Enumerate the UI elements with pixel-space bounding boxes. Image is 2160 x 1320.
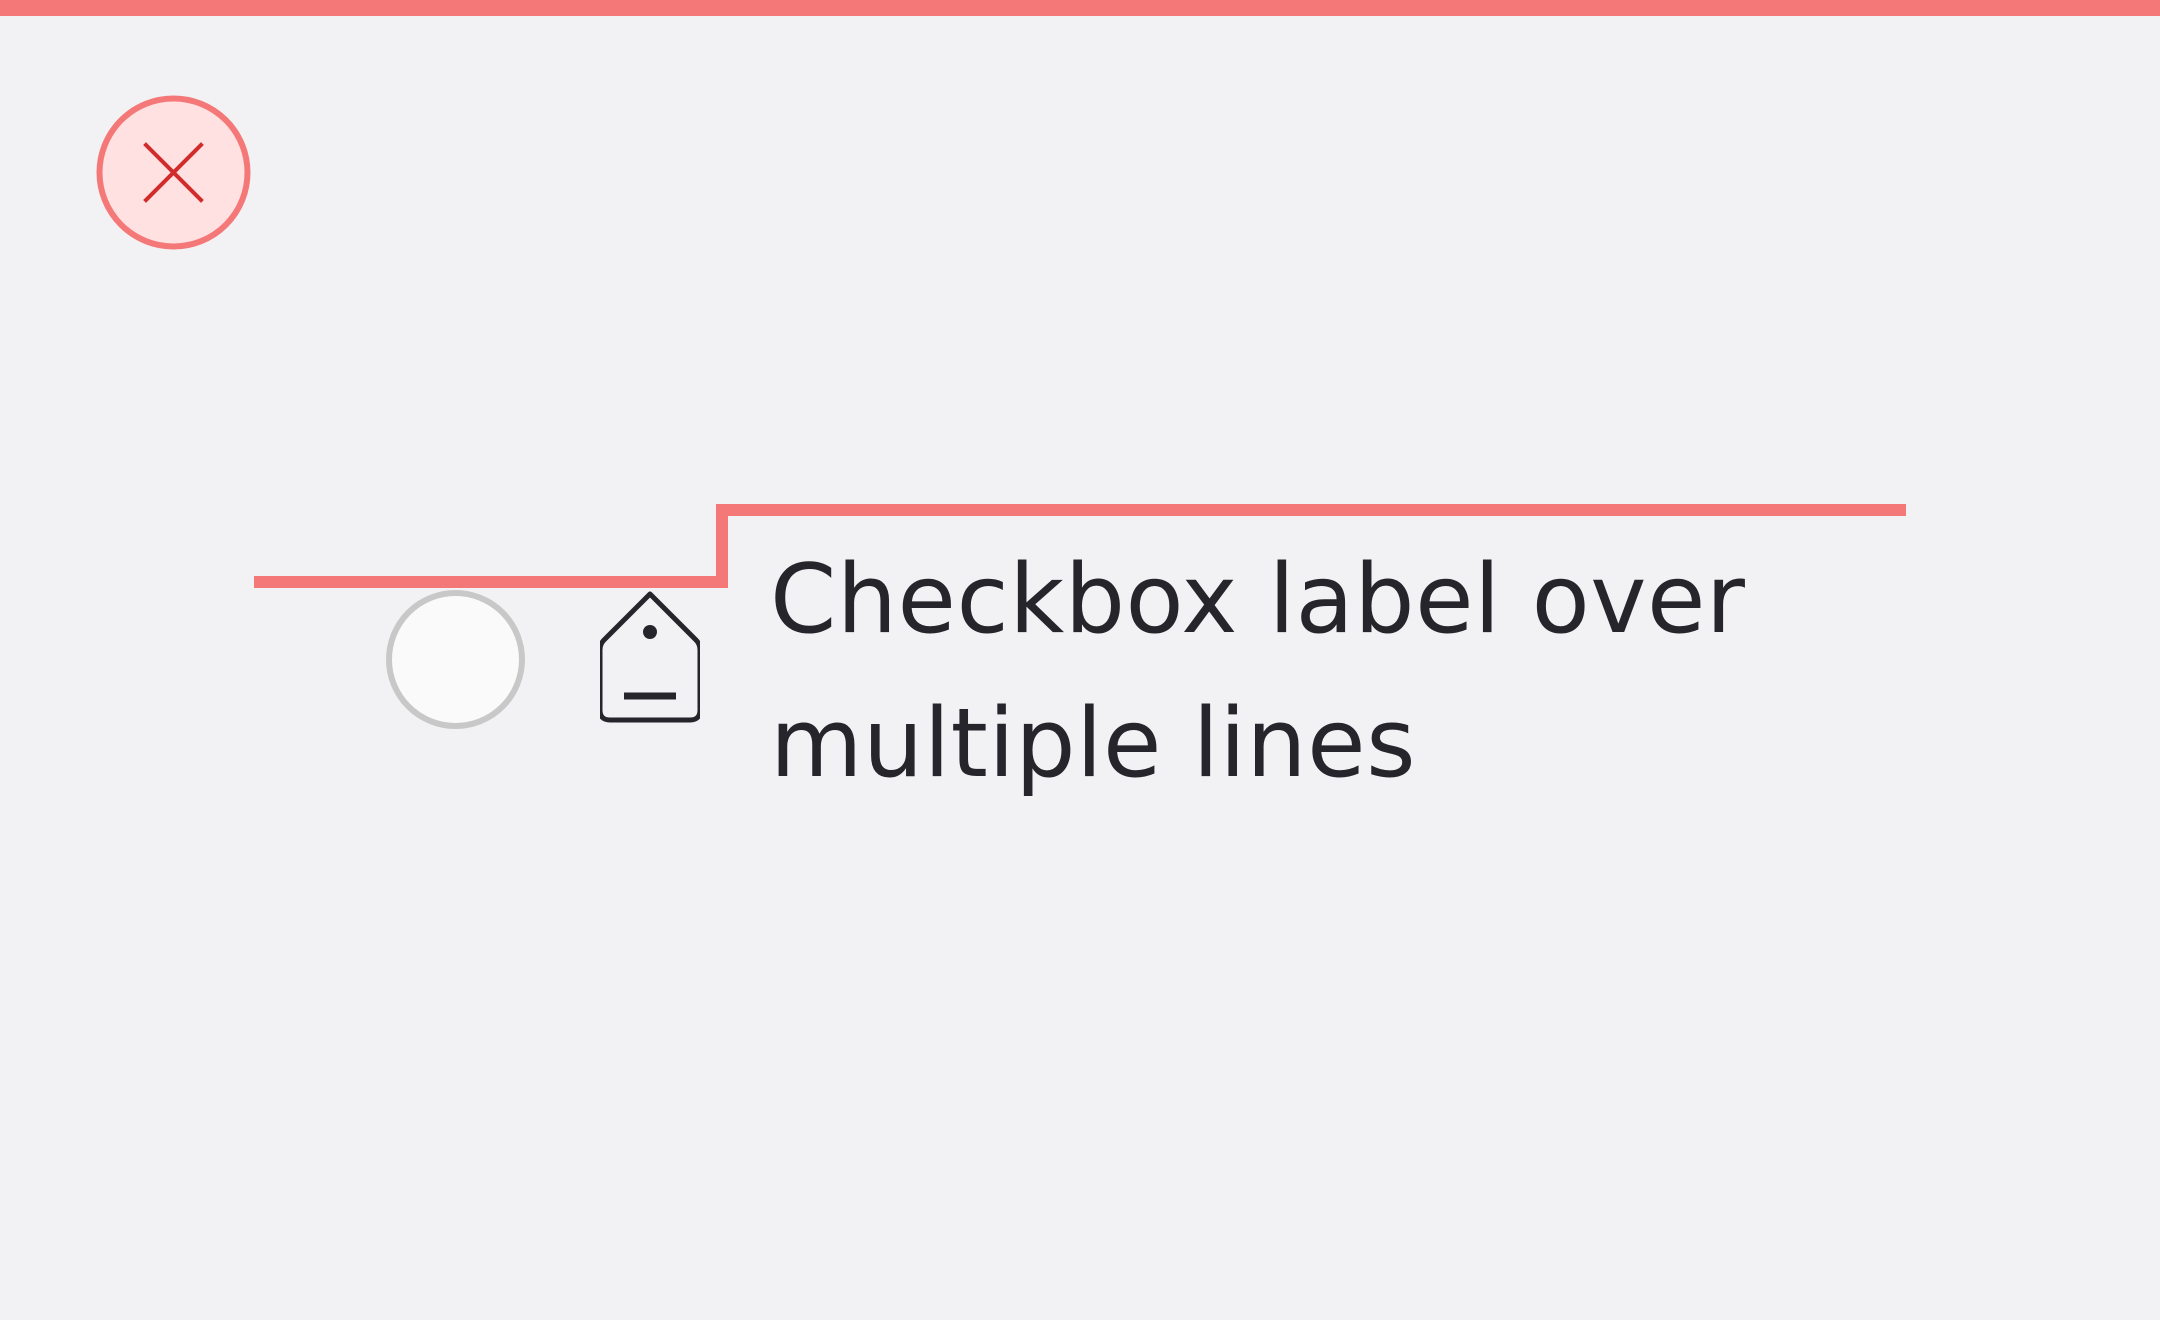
close-icon bbox=[96, 95, 251, 250]
checkbox-control[interactable] bbox=[386, 590, 525, 729]
error-status-badge bbox=[96, 95, 251, 250]
checkbox-label: Checkbox label over multiple lines bbox=[770, 545, 1746, 799]
error-top-bar bbox=[0, 0, 2160, 16]
tag-icon bbox=[600, 590, 700, 730]
